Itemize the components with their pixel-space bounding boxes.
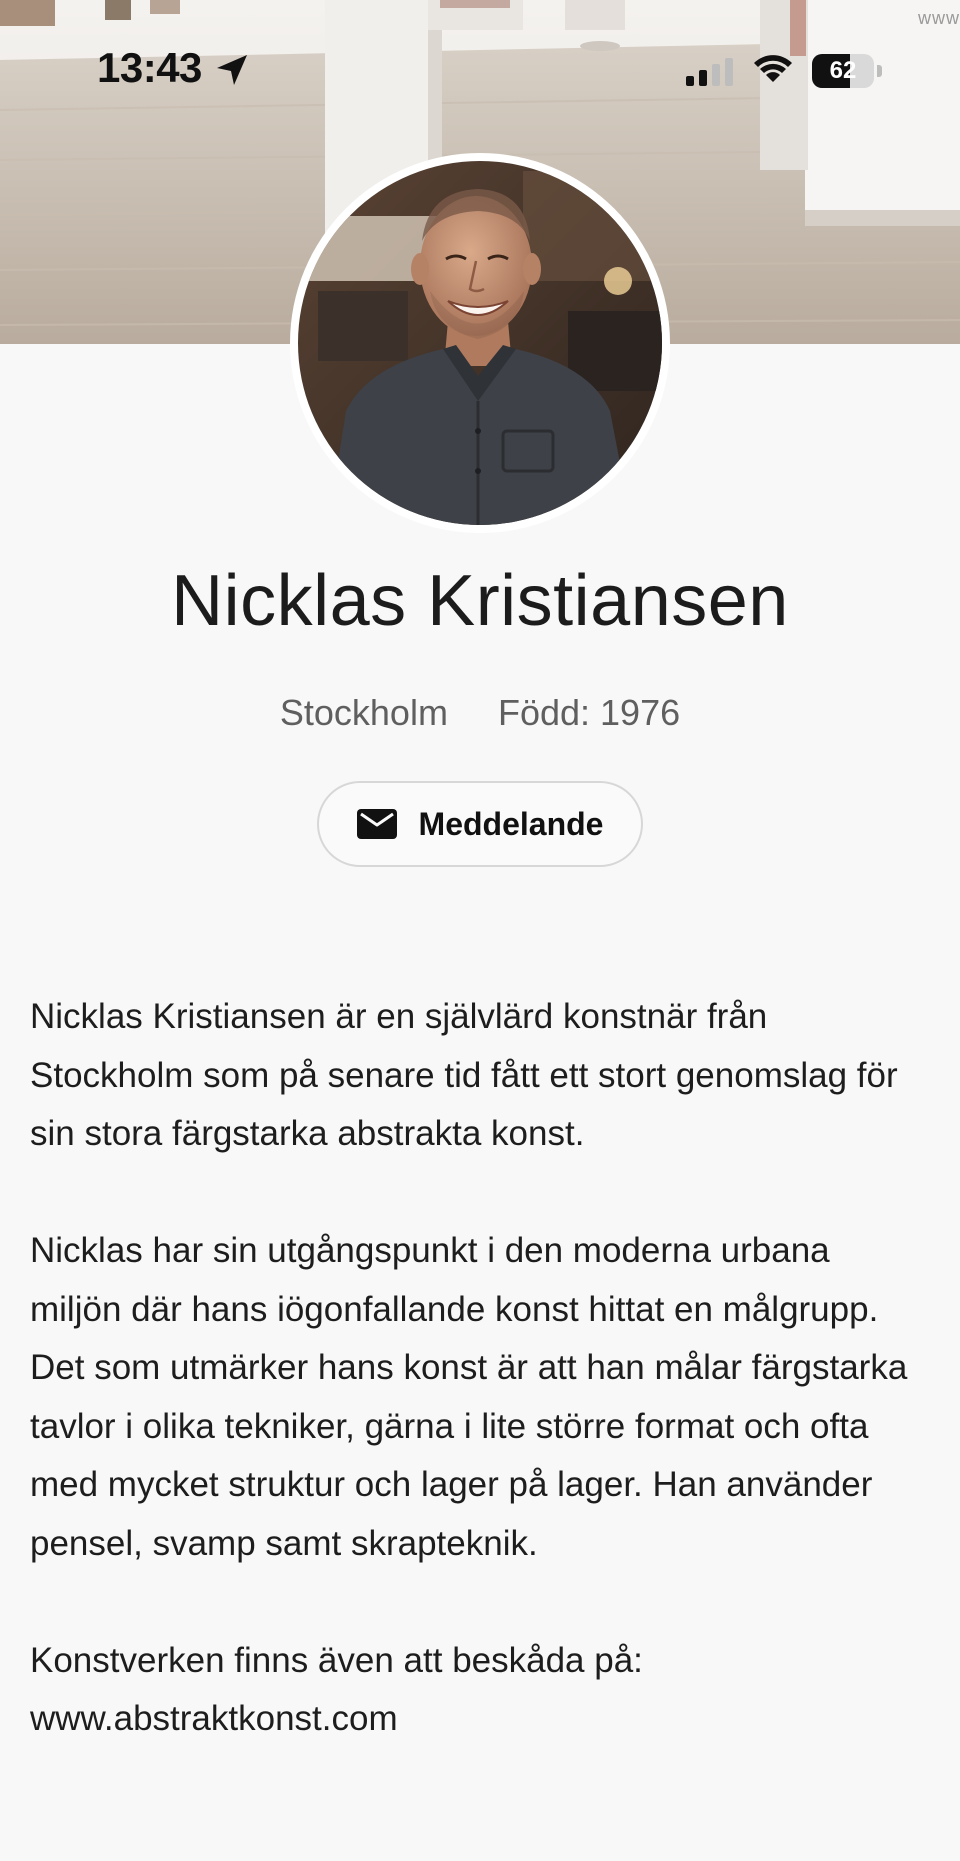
bio-paragraph-2: Nicklas har sin utgångspunkt i den moder… bbox=[30, 1231, 908, 1563]
wifi-icon bbox=[754, 55, 792, 82]
battery-indicator: 62 bbox=[812, 54, 884, 88]
bio-paragraph-3: Konstverken finns även att beskåda på: w… bbox=[30, 1632, 930, 1749]
profile-name: Nicklas Kristiansen bbox=[171, 561, 789, 641]
message-button-label: Meddelande bbox=[418, 805, 604, 842]
bio-website-intro: Konstverken finns även att beskåda på: bbox=[30, 1640, 643, 1680]
profile-meta: Stockholm Född: 1976 bbox=[0, 692, 960, 734]
bio-paragraph-1: Nicklas Kristiansen är en självlärd kons… bbox=[30, 997, 898, 1153]
status-time: 13:43 bbox=[97, 44, 202, 91]
location-arrow-icon bbox=[217, 55, 247, 85]
website-link[interactable]: www.abstraktkonst.com bbox=[30, 1699, 398, 1738]
avatar bbox=[290, 153, 670, 533]
bio: Nicklas Kristiansen är en självlärd kons… bbox=[30, 988, 930, 1749]
profile-born: Född: 1976 bbox=[497, 692, 681, 733]
profile-city: Stockholm bbox=[279, 692, 448, 733]
url-corner-text: www bbox=[918, 8, 960, 28]
status-bar: 13:43 62 www bbox=[0, 0, 960, 140]
mail-icon bbox=[356, 809, 397, 839]
cellular-signal-icon bbox=[686, 58, 733, 86]
message-button[interactable]: Meddelande bbox=[317, 781, 643, 867]
profile-photo bbox=[298, 161, 662, 525]
battery-level: 62 bbox=[829, 57, 857, 84]
